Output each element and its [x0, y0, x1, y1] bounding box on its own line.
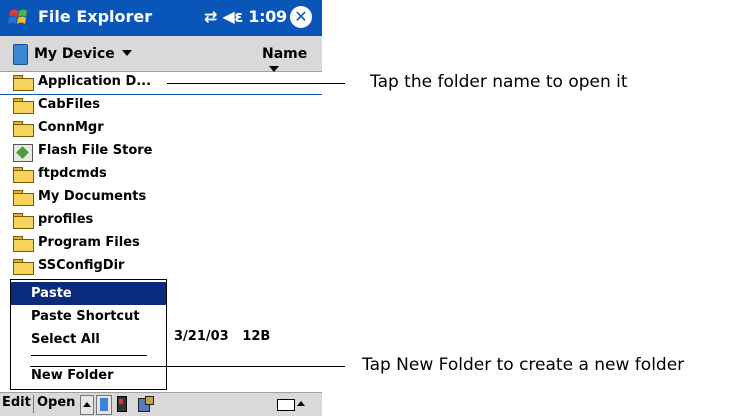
- menu-item-paste[interactable]: Paste: [11, 282, 166, 305]
- callout-leader-line: [167, 83, 345, 84]
- file-details: 3/21/03 12B: [174, 329, 270, 344]
- menu-item-new-folder[interactable]: New Folder: [11, 364, 166, 387]
- command-bar: Edit Open: [0, 392, 322, 416]
- pocket-pc-screen: File Explorer ⇄ ◀ε 1:09 ✕ My Device Name…: [0, 0, 322, 416]
- menu-divider: [31, 355, 147, 356]
- list-item[interactable]: Program Files: [0, 232, 322, 255]
- file-name[interactable]: My Documents: [38, 189, 146, 204]
- menu-item-paste-shortcut[interactable]: Paste Shortcut: [11, 305, 166, 328]
- up-arrow-icon: [83, 402, 91, 407]
- list-item[interactable]: CabFiles: [0, 94, 322, 117]
- location-label: My Device: [34, 46, 115, 62]
- callout-folder-name: Tap the folder name to open it: [370, 72, 628, 92]
- edit-menu-button[interactable]: Edit: [2, 395, 31, 410]
- folder-icon: [13, 236, 34, 252]
- list-item[interactable]: SSConfigDir: [0, 255, 322, 278]
- folder-icon: [13, 213, 34, 229]
- device-icon: [13, 44, 28, 65]
- input-selector-button[interactable]: [296, 395, 306, 413]
- keyboard-icon: [277, 399, 295, 411]
- up-arrow-icon: [297, 401, 305, 406]
- storage-card-button[interactable]: [115, 395, 129, 413]
- list-item[interactable]: ftpdcmds: [0, 163, 322, 186]
- close-icon[interactable]: ✕: [290, 6, 312, 28]
- open-menu-button[interactable]: Open: [37, 395, 75, 410]
- context-menu: Paste Paste Shortcut Select All New Fold…: [10, 279, 167, 390]
- sort-label: Name: [262, 46, 308, 62]
- file-name[interactable]: SSConfigDir: [38, 258, 124, 273]
- windows-flag-icon[interactable]: [7, 5, 33, 31]
- callout-new-folder: Tap New Folder to create a new folder: [362, 355, 685, 375]
- app-title: File Explorer: [38, 7, 153, 26]
- file-name[interactable]: Application D...: [38, 74, 151, 89]
- folder-icon: [13, 75, 34, 91]
- folder-icon: [13, 190, 34, 206]
- file-size: 12B: [242, 329, 271, 344]
- file-name[interactable]: Flash File Store: [38, 143, 153, 158]
- command-divider: [33, 395, 34, 413]
- file-name[interactable]: CabFiles: [38, 97, 100, 112]
- menu-item-select-all[interactable]: Select All: [11, 328, 166, 351]
- device-icon: [100, 398, 108, 411]
- file-date: 3/21/03: [174, 329, 229, 344]
- callout-leader-line: [30, 366, 345, 367]
- list-item[interactable]: Flash File Store: [0, 140, 322, 163]
- file-name[interactable]: Program Files: [38, 235, 140, 250]
- list-item[interactable]: profiles: [0, 209, 322, 232]
- list-item[interactable]: ConnMgr: [0, 117, 322, 140]
- file-name[interactable]: ConnMgr: [38, 120, 104, 135]
- list-item[interactable]: My Documents: [0, 186, 322, 209]
- folder-icon: [13, 121, 34, 137]
- folder-icon: [13, 259, 34, 275]
- scroll-up-button[interactable]: [80, 395, 94, 415]
- file-name[interactable]: ftpdcmds: [38, 166, 107, 181]
- keyboard-button[interactable]: [276, 395, 295, 413]
- status-indicators[interactable]: ⇄ ◀ε 1:09: [204, 7, 287, 26]
- device-view-button[interactable]: [96, 395, 112, 415]
- folder-icon: [13, 98, 34, 114]
- title-bar: File Explorer ⇄ ◀ε 1:09 ✕: [0, 0, 322, 36]
- network-button[interactable]: [136, 395, 154, 413]
- file-name[interactable]: profiles: [38, 212, 93, 227]
- storage-card-icon: [13, 144, 33, 162]
- location-bar: My Device Name: [0, 36, 322, 72]
- location-dropdown[interactable]: My Device: [34, 46, 132, 62]
- chevron-down-icon: [121, 50, 132, 56]
- folder-icon: [13, 167, 34, 183]
